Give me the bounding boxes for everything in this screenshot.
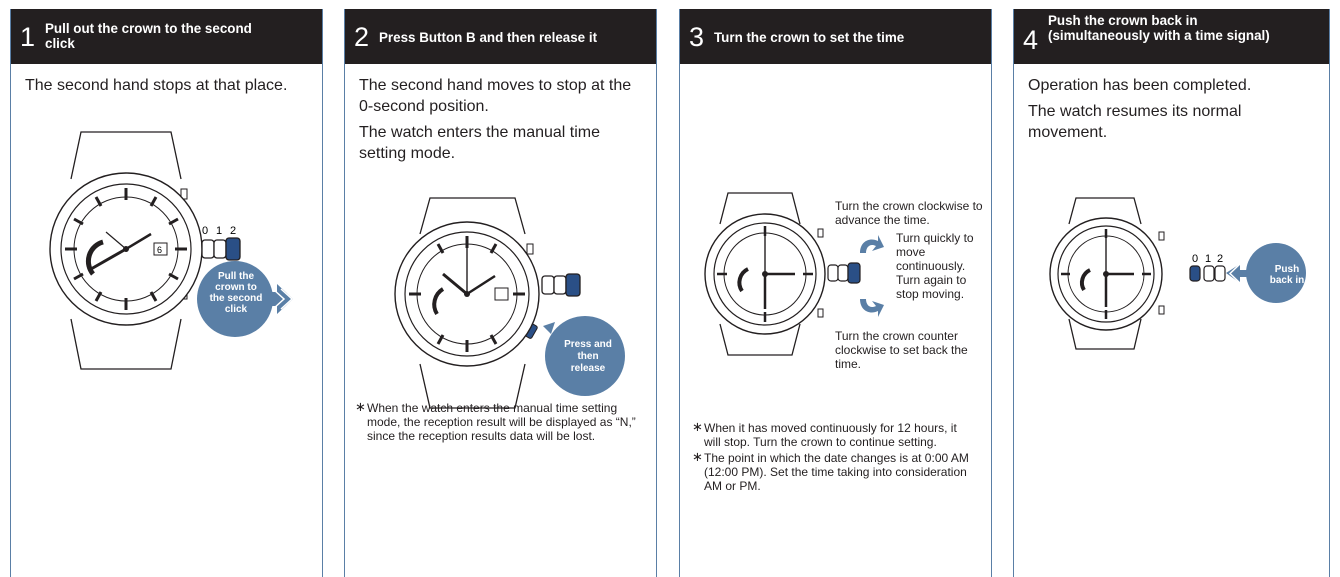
watch-illustration <box>394 197 625 409</box>
step-description: The second hand moves to stop at the 0-s… <box>359 77 632 115</box>
counter-clockwise-text: Turn the crown counter clockwise to set … <box>835 329 968 371</box>
asterisk-icon: ∗ <box>355 399 366 414</box>
step-number: 2 <box>354 22 370 52</box>
position-1: 1 <box>1205 253 1211 265</box>
position-2: 2 <box>230 225 236 237</box>
step-body: Operation has been completed. The watch … <box>1028 75 1323 148</box>
clockwise-text: Turn the crown clockwise to advance the … <box>835 199 983 227</box>
step-2-panel: 2 Press Button B and then release it The… <box>344 9 657 577</box>
note-list: ∗ When it has moved continuously for 12 h… <box>692 419 972 494</box>
step-description: The watch resumes its normal movement. <box>1028 103 1242 141</box>
note-list: ∗ When the watch enters the manual time s… <box>355 399 650 444</box>
asterisk-icon: ∗ <box>692 449 703 464</box>
position-0: 0 <box>1192 253 1198 265</box>
step-4-panel: 4 Push the crown back in (simultaneously… <box>1013 9 1330 577</box>
position-0: 0 <box>202 225 208 237</box>
step-3-panel: 3 Turn the crown to set the time Turn th… <box>679 9 992 577</box>
step-description: The watch enters the manual time setting… <box>359 124 601 162</box>
step-number: 1 <box>20 22 36 52</box>
quick-turn-text: Turn quickly to move continuously. Turn … <box>896 231 974 301</box>
watch-illustration: 6 0 1 2 <box>49 131 294 370</box>
date-window: 6 <box>157 245 162 255</box>
note-item: ∗ When it has moved continuously for 12 h… <box>692 419 957 450</box>
step-title: Pull out the crown to the second click <box>45 21 252 51</box>
step-number: 4 <box>1023 25 1039 55</box>
step-1-panel: 1 Pull out the crown to the second click… <box>10 9 323 577</box>
press-callout: Press and then release <box>564 339 612 374</box>
position-2: 2 <box>1217 253 1223 265</box>
asterisk-icon: ∗ <box>692 419 703 434</box>
note-item: ∗ When the watch enters the manual time s… <box>355 399 636 444</box>
step-1-header: 1 Pull out the crown to the second click <box>11 9 322 64</box>
note-item: ∗ The point in which the date changes is … <box>692 449 969 494</box>
step-title: Push the crown back in (simultaneously w… <box>1048 13 1270 43</box>
step-number: 3 <box>689 22 705 52</box>
step-body: The second hand moves to stop at the 0-s… <box>359 75 644 169</box>
pull-callout: Pull the crown to the second click <box>209 271 263 315</box>
step-3-header: 3 Turn the crown to set the time <box>680 9 991 64</box>
position-1: 1 <box>216 225 222 237</box>
step-4-header: 4 Push the crown back in (simultaneously… <box>1014 9 1329 64</box>
step-description: Operation has been completed. <box>1028 77 1252 94</box>
step-title: Turn the crown to set the time <box>714 30 905 45</box>
rotate-arrows-icon <box>860 235 884 317</box>
step-2-header: 2 Press Button B and then release it <box>345 9 656 64</box>
step-title: Press Button B and then release it <box>379 30 598 45</box>
step-body: The second hand stops at that place. <box>25 75 295 101</box>
step-description: The second hand stops at that place. <box>25 77 288 94</box>
push-callout: Push back in <box>1269 264 1305 286</box>
